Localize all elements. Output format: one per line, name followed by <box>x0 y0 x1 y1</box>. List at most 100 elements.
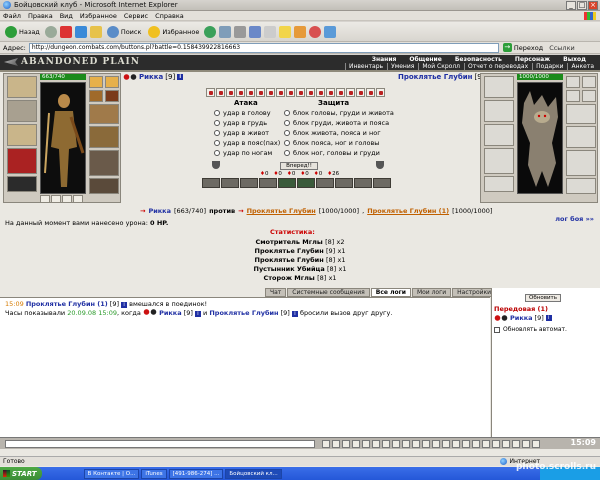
chat-action-icon[interactable] <box>422 440 430 448</box>
effect-icon[interactable] <box>296 88 305 97</box>
ring-slot-3[interactable] <box>89 90 103 102</box>
effect-icon[interactable] <box>246 88 255 97</box>
menu-file[interactable]: Файл <box>3 12 21 20</box>
versus-player-name[interactable]: Рикка <box>148 207 171 215</box>
go-button[interactable]: → Переход <box>502 43 543 52</box>
chat-action-icon[interactable] <box>502 440 510 448</box>
radio-button[interactable] <box>214 110 220 116</box>
nav-gifts[interactable]: Подарки <box>532 63 563 70</box>
nav-exit[interactable]: Выход <box>563 56 586 63</box>
versus-enemy1-link[interactable]: Проклятье Глубин <box>247 207 316 215</box>
pocket-slot[interactable] <box>40 195 50 203</box>
menu-view[interactable]: Вид <box>60 12 73 20</box>
effect-icon[interactable] <box>316 88 325 97</box>
radio-button[interactable] <box>214 120 220 126</box>
auto-refresh-checkbox[interactable] <box>494 326 500 333</box>
mail-icon[interactable] <box>219 25 232 38</box>
attack-option[interactable]: удар в пояс(пах) <box>214 139 280 147</box>
info-icon[interactable]: i <box>545 315 552 321</box>
ring-slot-4[interactable] <box>105 90 119 102</box>
radio-button[interactable] <box>284 150 290 156</box>
attack-option[interactable]: удар в голову <box>214 109 271 117</box>
tab-all-logs[interactable]: Все логи <box>370 288 411 297</box>
chat-action-icon[interactable] <box>402 440 410 448</box>
chat-action-icon[interactable] <box>492 440 500 448</box>
helmet-slot[interactable] <box>7 76 37 98</box>
fight-button[interactable]: Вперед!! <box>280 162 318 170</box>
refresh-icon[interactable] <box>74 25 87 38</box>
chat-action-icon[interactable] <box>392 440 400 448</box>
radio-button[interactable] <box>214 130 220 136</box>
attack-option[interactable]: удар в живот <box>214 129 269 137</box>
effect-icon[interactable] <box>276 88 285 97</box>
print-icon[interactable] <box>234 25 247 38</box>
info-icon[interactable]: i <box>177 74 184 80</box>
links-label[interactable]: Ссылки <box>549 44 575 52</box>
effect-icon[interactable] <box>226 88 235 97</box>
defense-option[interactable]: блок головы, груди и живота <box>284 109 394 117</box>
nav-knowledge[interactable]: Знания <box>372 56 397 63</box>
leggings-slot[interactable] <box>89 150 119 176</box>
battle-log-link[interactable]: лог боя »» <box>555 215 594 223</box>
chat-actor[interactable]: Проклятье Глубин <box>209 309 278 317</box>
nav-transfers[interactable]: Отчет о переводах <box>464 63 528 70</box>
enemy-name-tag[interactable]: Проклятье Глубин [9] i <box>398 73 493 81</box>
player-name-tag[interactable]: Рикка [9] i <box>123 73 184 81</box>
skill-icon[interactable] <box>373 178 391 188</box>
menu-edit[interactable]: Правка <box>28 12 53 20</box>
chat-action-icon[interactable] <box>332 440 340 448</box>
effect-icon[interactable] <box>216 88 225 97</box>
chat-action-icon[interactable] <box>482 440 490 448</box>
skill-icon[interactable] <box>221 178 239 188</box>
pocket-slot[interactable] <box>51 195 61 203</box>
info-icon[interactable]: i <box>291 311 298 317</box>
skill-icon[interactable] <box>335 178 353 188</box>
home-icon[interactable] <box>89 25 102 38</box>
ring-slot-2[interactable] <box>105 76 119 88</box>
radio-button[interactable] <box>214 150 220 156</box>
extra-1-icon[interactable] <box>294 25 307 38</box>
pocket-slot[interactable] <box>73 195 83 203</box>
skill-icon[interactable] <box>354 178 372 188</box>
skill-icon[interactable] <box>278 178 296 188</box>
effect-icon[interactable] <box>266 88 275 97</box>
belt-slot[interactable] <box>7 176 37 192</box>
skill-icon[interactable] <box>316 178 334 188</box>
effect-icon[interactable] <box>326 88 335 97</box>
versus-enemy2-link[interactable]: Проклятье Глубин (1) <box>367 207 449 215</box>
forward-arrow-icon[interactable] <box>44 25 57 38</box>
extra-2-icon[interactable] <box>309 25 322 38</box>
taskbar-item[interactable]: [491-986-274] ... <box>168 468 224 479</box>
extra-3-icon[interactable] <box>324 25 337 38</box>
tab-my-logs[interactable]: Мои логи <box>411 288 452 297</box>
chat-action-icon[interactable] <box>352 440 360 448</box>
search-button[interactable]: Поиск <box>105 25 144 39</box>
address-input[interactable]: http://dungeon.combats.com/buttons.pl?ba… <box>28 42 499 53</box>
effect-icon[interactable] <box>366 88 375 97</box>
chat-action-icon[interactable] <box>462 440 470 448</box>
attack-option[interactable]: удар по ногам <box>214 149 272 157</box>
taskbar-item-active[interactable]: Бойцовский кл... <box>225 468 282 479</box>
chat-log[interactable]: 15:09 Проклятье Глубин (1) [9] i вмешалс… <box>0 297 490 437</box>
effect-icon[interactable] <box>256 88 265 97</box>
taskbar-item[interactable]: В Контакте | О... <box>83 468 140 479</box>
menu-tools[interactable]: Сервис <box>124 12 148 20</box>
chat-action-icon[interactable] <box>432 440 440 448</box>
maximize-button[interactable]: □ <box>577 1 587 10</box>
ring-slot-1[interactable] <box>89 76 103 88</box>
chat-action-icon[interactable] <box>412 440 420 448</box>
refresh-button[interactable]: Обновить <box>525 294 561 302</box>
chat-action-icon[interactable] <box>472 440 480 448</box>
chat-action-icon[interactable] <box>362 440 370 448</box>
info-icon[interactable]: i <box>194 311 201 317</box>
side-user-entry[interactable]: Рикка [9] i <box>494 314 552 322</box>
radio-button[interactable] <box>284 110 290 116</box>
chat-action-icon[interactable] <box>442 440 450 448</box>
close-button[interactable]: × <box>588 1 598 10</box>
stop-icon[interactable] <box>59 25 72 38</box>
radio-button[interactable] <box>214 140 220 146</box>
chat-action-icon[interactable] <box>532 440 540 448</box>
notes-icon[interactable] <box>279 25 292 38</box>
nav-skills[interactable]: Умения <box>387 63 414 70</box>
chat-input[interactable] <box>5 440 315 448</box>
